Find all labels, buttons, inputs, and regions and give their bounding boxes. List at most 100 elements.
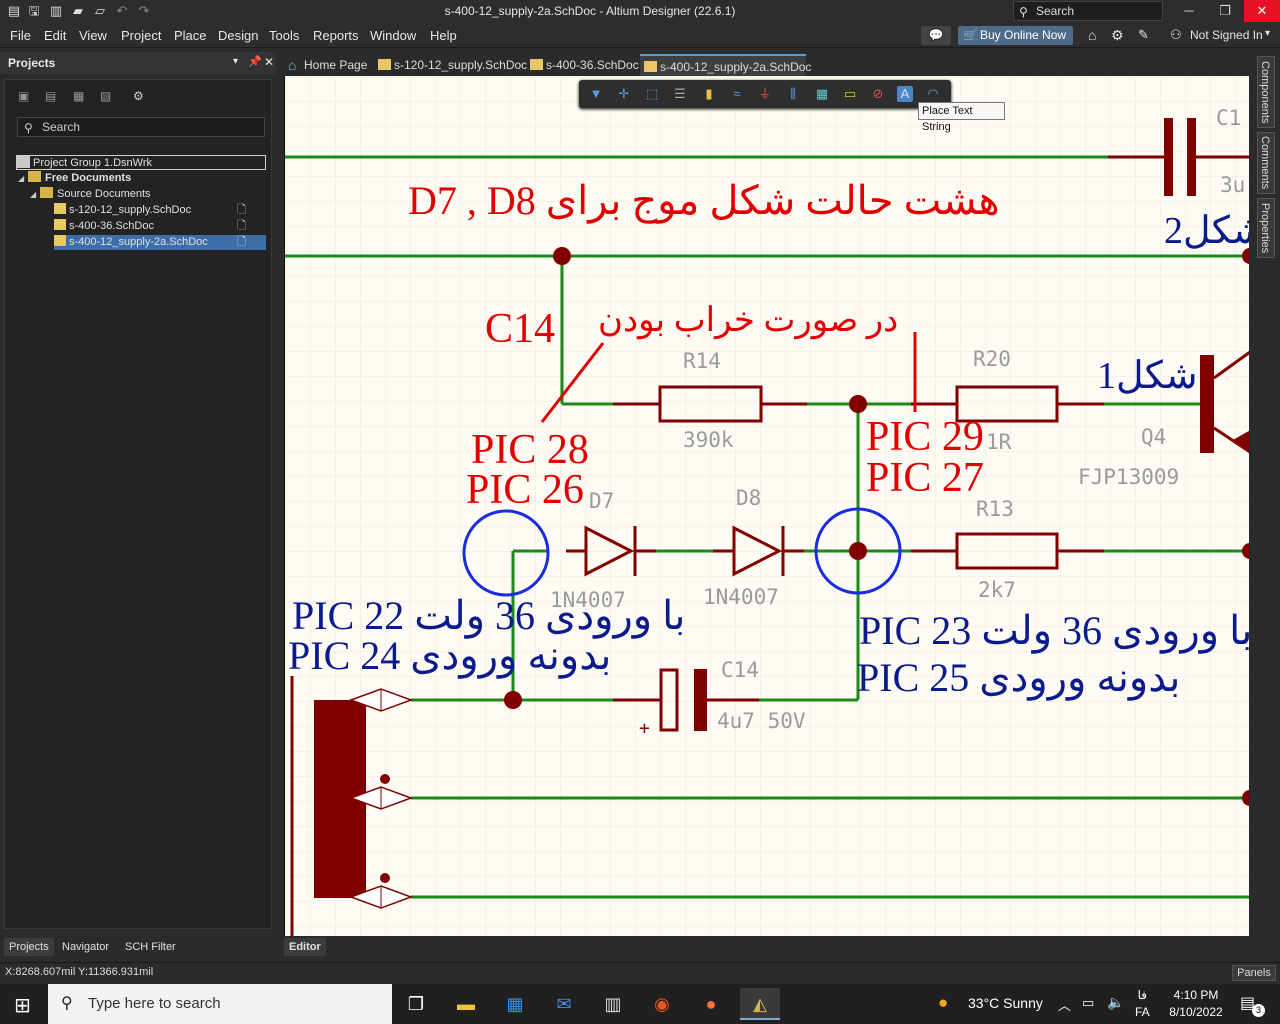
firefox-icon[interactable]: ● xyxy=(691,988,731,1020)
crosshair-icon[interactable]: ✛ xyxy=(616,86,632,102)
annotation-shape2[interactable]: شکل2 xyxy=(1164,210,1249,252)
tab-properties[interactable]: Properties xyxy=(1257,198,1275,258)
add-icon[interactable]: ▦ xyxy=(73,90,87,103)
panel-menu-icon[interactable]: ▾ xyxy=(233,56,238,67)
annotation-c14[interactable]: C14 xyxy=(485,306,555,352)
clock[interactable]: 4:10 PM 8/10/2022 xyxy=(1165,987,1227,1021)
taskbar-search-input[interactable]: ⚲ Type here to search xyxy=(48,984,392,1024)
panels-button[interactable]: Panels xyxy=(1232,965,1276,981)
settings-gear-icon[interactable]: ⚙ xyxy=(133,90,147,103)
project-search-input[interactable]: ⚲ Search xyxy=(17,117,265,137)
align-icon[interactable]: ☰ xyxy=(672,86,688,102)
tree-project-group[interactable]: Project Group 1.DsnWrk xyxy=(16,155,266,170)
windows-start-icon[interactable]: ⊞ xyxy=(14,993,31,1018)
expand-icon[interactable]: ◢ xyxy=(30,187,40,202)
maximize-button[interactable]: ❐ xyxy=(1208,0,1242,22)
minimize-button[interactable]: ─ xyxy=(1172,0,1206,22)
projects-panel-header: Projects ▾ 📌 ✕ xyxy=(0,52,276,74)
user-status-label[interactable]: Not Signed In xyxy=(1190,28,1263,42)
network-icon[interactable]: ▭ xyxy=(1082,995,1094,1011)
power-port-icon[interactable]: ⏚ xyxy=(757,86,773,102)
tree-file-s-120-12[interactable]: s-120-12_supply.SchDoc 🗋 xyxy=(54,203,266,218)
weather-text[interactable]: 33°C Sunny xyxy=(968,995,1043,1011)
annotation-pic25[interactable]: PIC 25 بدونه ورودی xyxy=(857,655,1180,701)
search-icon: ⚲ xyxy=(61,995,73,1012)
tab-navigator[interactable]: Navigator xyxy=(57,938,115,956)
store-icon[interactable]: ▦ xyxy=(495,988,535,1020)
annotation-pic27[interactable]: PIC 27 xyxy=(866,455,984,501)
menu-project[interactable]: Project xyxy=(121,28,161,43)
menu-window[interactable]: Window xyxy=(370,28,416,43)
filter-icon[interactable]: ▼ xyxy=(588,86,604,102)
chat-icon[interactable]: 💬 xyxy=(921,26,951,45)
home-icon: ⌂ xyxy=(288,57,297,73)
tooltip: Place Text String xyxy=(918,102,1005,133)
menu-tools[interactable]: Tools xyxy=(269,28,299,43)
c14-ref: C14 xyxy=(721,658,759,682)
mail-icon[interactable]: ✉ xyxy=(544,988,584,1020)
annotation-pic23[interactable]: PIC 23 با ورودی 36 ولت xyxy=(859,608,1249,654)
ubuntu-icon[interactable]: ◉ xyxy=(642,988,682,1020)
buy-online-button[interactable]: 🛒 Buy Online Now xyxy=(958,26,1073,45)
pin-icon[interactable]: 📌 xyxy=(248,55,262,68)
close-button[interactable]: ✕ xyxy=(1244,0,1280,22)
gear-icon[interactable]: ⚙ xyxy=(1111,27,1124,44)
menu-view[interactable]: View xyxy=(79,28,107,43)
select-rect-icon[interactable]: ⬚ xyxy=(644,86,660,102)
folder-icon xyxy=(28,171,41,182)
schematic-drawing[interactable]: R14 390k R20 1R R13 2k7 D7 1N4007 D8 1N4… xyxy=(285,76,1249,936)
annotation-pic29[interactable]: PIC 29 xyxy=(866,414,984,460)
file-explorer-icon[interactable]: ▬ xyxy=(446,988,486,1020)
panel-close-icon[interactable]: ✕ xyxy=(264,55,274,69)
annotation-waveform-title[interactable]: D7 , D8 هشت حالت شکل موج برای xyxy=(408,178,1000,224)
chevron-up-icon[interactable]: ︿ xyxy=(1058,995,1071,1014)
film-icon[interactable]: ▥ xyxy=(593,988,633,1020)
menu-file[interactable]: File xyxy=(10,28,31,43)
arc-icon[interactable]: ◠ xyxy=(925,86,941,102)
remove-icon[interactable]: ▧ xyxy=(100,90,114,103)
tab-components[interactable]: Components xyxy=(1257,56,1275,128)
menu-design[interactable]: Design xyxy=(218,28,258,43)
tree-file-s-400-12-supply-2a[interactable]: s-400-12_supply-2a.SchDoc 🗋 xyxy=(54,235,266,250)
wire-icon[interactable]: ≈ xyxy=(729,86,745,102)
tab-projects[interactable]: Projects xyxy=(4,938,54,956)
tree-file-s-400-36[interactable]: s-400-36.SchDoc 🗋 xyxy=(54,219,266,234)
chevron-down-icon[interactable]: ▾ xyxy=(1265,28,1270,39)
menu-place[interactable]: Place xyxy=(174,28,207,43)
no-erc-icon[interactable]: ⊘ xyxy=(870,86,886,102)
annotation-broken[interactable]: در صورت خراب بودن xyxy=(598,302,898,340)
menu-edit[interactable]: Edit xyxy=(44,28,66,43)
menu-help[interactable]: Help xyxy=(430,28,457,43)
tab-sch-filter[interactable]: SCH Filter xyxy=(120,938,181,956)
port-icon[interactable]: ▭ xyxy=(842,86,858,102)
volume-icon[interactable]: 🔈 xyxy=(1107,994,1124,1011)
annotation-shape1[interactable]: شکل1 xyxy=(1097,355,1198,397)
component-icon[interactable]: ▮ xyxy=(701,86,717,102)
wrench-icon[interactable]: ✎ xyxy=(1138,27,1149,43)
altium-icon[interactable]: ◭ xyxy=(740,988,780,1020)
tree-free-documents[interactable]: ◢ Free Documents xyxy=(18,171,266,186)
home-icon[interactable]: ⌂ xyxy=(1088,27,1096,43)
text-icon[interactable]: A xyxy=(897,86,913,102)
compile-icon[interactable]: ▤ xyxy=(45,90,59,103)
doc-tab-s-400-36[interactable]: s-400-36.SchDoc xyxy=(526,54,639,76)
expand-icon[interactable]: ◢ xyxy=(18,171,28,186)
schematic-canvas[interactable]: R14 390k R20 1R R13 2k7 D7 1N4007 D8 1N4… xyxy=(284,76,1249,936)
doc-tab-home[interactable]: ⌂ Home Page xyxy=(284,54,372,76)
tab-editor[interactable]: Editor xyxy=(284,938,326,956)
user-icon[interactable]: ⚇ xyxy=(1170,27,1182,43)
annotation-pic24[interactable]: PIC 24 بدونه ورودی xyxy=(288,633,611,679)
doc-tab-s-120-12[interactable]: s-120-12_supply.SchDoc xyxy=(374,54,527,76)
save-project-icon[interactable]: ▣ xyxy=(18,90,32,103)
menu-reports[interactable]: Reports xyxy=(313,28,359,43)
global-search-input[interactable]: ⚲ Search xyxy=(1013,1,1163,21)
annotation-pic26[interactable]: PIC 26 xyxy=(466,467,584,513)
tree-source-documents[interactable]: ◢ Source Documents xyxy=(30,187,266,202)
sheet-symbol-icon[interactable]: ▦ xyxy=(814,86,830,102)
language-indicator[interactable]: فا FA xyxy=(1135,987,1150,1021)
tab-comments[interactable]: Comments xyxy=(1257,132,1275,194)
bus-icon[interactable]: ⫼ xyxy=(785,86,801,102)
notification-count-badge: 3 xyxy=(1252,1004,1265,1017)
doc-tab-s-400-12-supply-2a[interactable]: s-400-12_supply-2a.SchDoc xyxy=(640,54,811,76)
task-view-icon[interactable]: ❐ xyxy=(396,988,436,1020)
